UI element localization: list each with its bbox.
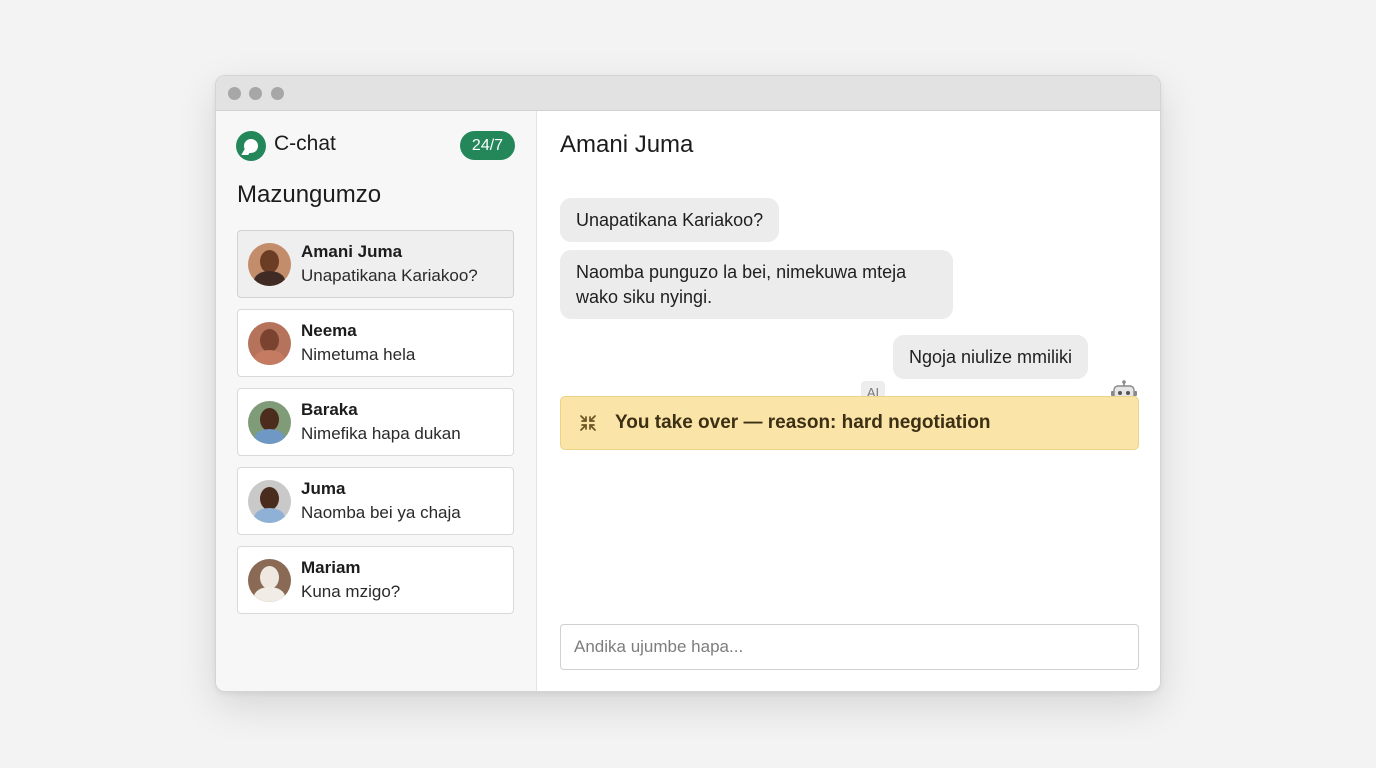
conversations-title: Mazungumzo [237, 181, 382, 208]
avatar [248, 401, 291, 444]
takeover-alert: You take over — reason: hard negotiation [560, 396, 1139, 450]
collapse-arrows-icon [580, 415, 596, 431]
title-bar [216, 76, 1160, 111]
conversation-item-neema[interactable]: Neema Nimetuma hela [237, 309, 514, 377]
chat-panel: Amani Juma Unapatikana Kariakoo? Naomba … [537, 111, 1160, 691]
conversation-name: Neema [301, 321, 357, 340]
message-input[interactable] [560, 624, 1139, 670]
message-bubble-ai: Ngoja niulize mmiliki [893, 335, 1089, 379]
conversation-item-mariam[interactable]: Mariam Kuna mzigo? [237, 546, 514, 614]
app-window: C-chat 24/7 Mazungumzo Amani Juma Unapat… [215, 75, 1161, 692]
conversation-preview: Unapatikana Kariakoo? [301, 266, 478, 285]
app-name: C-chat [274, 132, 336, 155]
window-zoom-button[interactable] [271, 87, 284, 100]
avatar [248, 480, 291, 523]
conversation-item-amani-juma[interactable]: Amani Juma Unapatikana Kariakoo? [237, 230, 514, 298]
avatar [248, 243, 291, 286]
conversation-preview: Nimetuma hela [301, 345, 416, 364]
conversation-preview: Nimefika hapa dukan [301, 424, 461, 443]
conversation-name: Amani Juma [301, 242, 403, 261]
window-close-button[interactable] [228, 87, 241, 100]
conversation-name: Juma [301, 479, 346, 498]
chat-title: Amani Juma [560, 131, 694, 158]
conversation-item-juma[interactable]: Juma Naomba bei ya chaja [237, 467, 514, 535]
conversation-preview: Naomba bei ya chaja [301, 503, 461, 522]
conversation-name: Baraka [301, 400, 358, 419]
conversation-name: Mariam [301, 558, 361, 577]
chat-bubble-icon [236, 131, 266, 161]
window-minimize-button[interactable] [249, 87, 262, 100]
alert-text: You take over — reason: hard negotiation [615, 412, 991, 433]
conversation-item-baraka[interactable]: Baraka Nimefika hapa dukan [237, 388, 514, 456]
availability-badge: 24/7 [460, 131, 515, 160]
sidebar: C-chat 24/7 Mazungumzo Amani Juma Unapat… [216, 111, 537, 691]
avatar [248, 559, 291, 602]
message-bubble-customer: Naomba punguzo la bei, nimekuwa mteja wa… [560, 250, 953, 319]
conversation-preview: Kuna mzigo? [301, 582, 401, 601]
avatar [248, 322, 291, 365]
message-bubble-customer: Unapatikana Kariakoo? [560, 198, 780, 242]
